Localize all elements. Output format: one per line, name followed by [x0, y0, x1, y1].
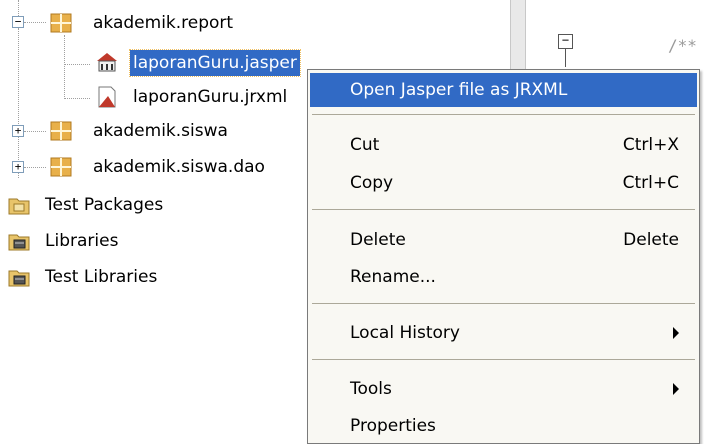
- menu-separator: [312, 359, 695, 360]
- menu-item-copy[interactable]: Copy Ctrl+C: [310, 166, 697, 200]
- tree-line: [24, 22, 46, 23]
- tree-node-test-packages[interactable]: Test Packages: [8, 190, 166, 220]
- menu-item-rename[interactable]: Rename...: [310, 260, 697, 294]
- package-icon: [50, 121, 72, 141]
- tree-line: [18, 28, 19, 178]
- tree-node-label: akademik.report: [93, 13, 234, 33]
- jrxml-file-icon: [98, 86, 116, 108]
- menu-item-label: Copy: [350, 173, 394, 193]
- menu-item-label: Local History: [350, 323, 460, 343]
- menu-item-cut[interactable]: Cut Ctrl+X: [310, 128, 697, 162]
- menu-item-properties[interactable]: Properties: [310, 409, 697, 443]
- package-icon: [50, 13, 72, 33]
- package-icon: [50, 157, 72, 177]
- submenu-arrow-icon: [673, 327, 679, 339]
- tree-node-akademik-siswa-dao[interactable]: akademik.siswa.dao: [50, 152, 268, 182]
- menu-separator: [312, 114, 695, 115]
- menu-separator: [312, 303, 695, 304]
- tree-node-test-libraries[interactable]: Test Libraries: [8, 262, 160, 292]
- tree-node-label: laporanGuru.jasper: [129, 49, 301, 77]
- tree-line: [64, 35, 65, 99]
- menu-item-label: Delete: [350, 230, 406, 250]
- menu-separator: [312, 209, 695, 210]
- tree-node-label: akademik.siswa: [93, 121, 228, 141]
- menu-item-label: Properties: [350, 416, 436, 436]
- tree-node-laporan-guru-jrxml[interactable]: laporanGuru.jrxml: [96, 82, 290, 112]
- tree-node-label: Test Packages: [45, 195, 164, 215]
- code-fold-toggle[interactable]: −: [558, 34, 573, 49]
- tree-node-label: laporanGuru.jrxml: [133, 87, 288, 107]
- tree-node-akademik-siswa[interactable]: akademik.siswa: [50, 116, 231, 146]
- tree-node-akademik-report[interactable]: akademik.report: [50, 8, 236, 38]
- menu-item-tools[interactable]: Tools: [310, 372, 697, 406]
- folder-icon: [8, 198, 30, 215]
- tree-node-label: Libraries: [45, 231, 119, 251]
- tree-node-laporan-guru-jasper[interactable]: laporanGuru.jasper: [96, 48, 301, 78]
- context-menu: Open Jasper file as JRXML Cut Ctrl+X Cop…: [307, 69, 700, 444]
- menu-item-label: Cut: [350, 135, 380, 155]
- tree-line: [64, 64, 90, 65]
- menu-item-label: Tools: [350, 379, 392, 399]
- library-folder-icon: [8, 234, 30, 251]
- code-comment-fragment: /**: [668, 36, 697, 55]
- tree-node-label: akademik.siswa.dao: [93, 157, 265, 177]
- fold-guide-line: [565, 49, 566, 67]
- menu-item-label: Rename...: [350, 267, 436, 287]
- tree-node-libraries[interactable]: Libraries: [8, 226, 121, 256]
- menu-item-delete[interactable]: Delete Delete: [310, 223, 697, 257]
- library-folder-icon: [8, 270, 30, 287]
- tree-line: [24, 167, 46, 168]
- tree-line: [24, 131, 46, 132]
- tree-node-label: Test Libraries: [45, 267, 158, 287]
- expand-toggle[interactable]: +: [12, 161, 24, 173]
- tree-line: [64, 98, 90, 99]
- expand-toggle[interactable]: +: [12, 125, 24, 137]
- menu-item-local-history[interactable]: Local History: [310, 316, 697, 350]
- menu-item-label: Open Jasper file as JRXML: [350, 80, 568, 100]
- menu-item-shortcut: Ctrl+X: [622, 135, 679, 155]
- menu-item-shortcut: Ctrl+C: [622, 173, 679, 193]
- menu-item-shortcut: Delete: [623, 230, 679, 250]
- submenu-arrow-icon: [673, 383, 679, 395]
- jasper-file-icon: [97, 53, 117, 72]
- menu-item-open-jasper-as-jrxml[interactable]: Open Jasper file as JRXML: [310, 73, 697, 107]
- collapse-toggle[interactable]: −: [12, 16, 24, 28]
